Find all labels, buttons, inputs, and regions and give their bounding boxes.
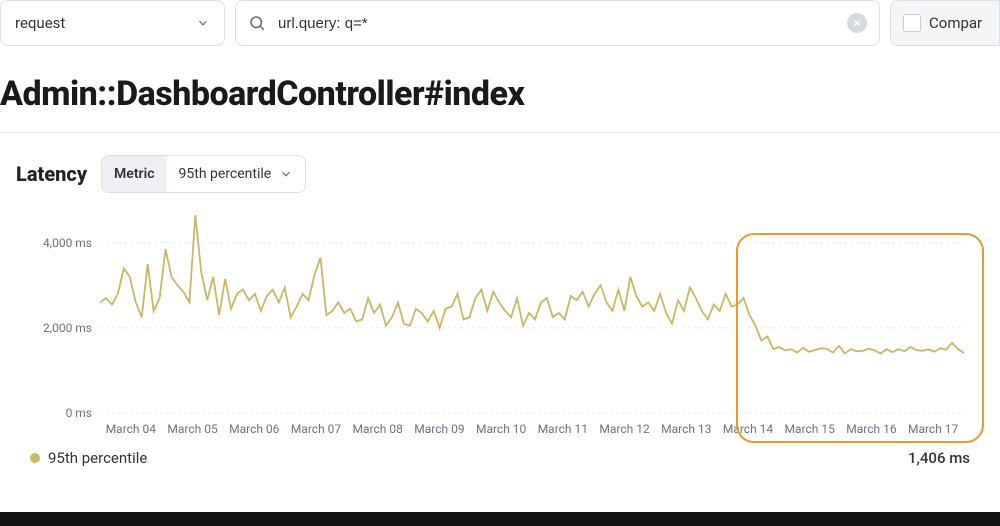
svg-text:March 06: March 06 bbox=[229, 422, 280, 436]
svg-text:2,000 ms: 2,000 ms bbox=[43, 321, 92, 335]
search-field[interactable] bbox=[235, 0, 880, 46]
legend-item: 95th percentile bbox=[30, 449, 147, 467]
section-title: Latency bbox=[16, 162, 87, 186]
request-type-select[interactable]: request bbox=[0, 0, 225, 46]
svg-text:March 13: March 13 bbox=[661, 422, 711, 436]
clear-search-button[interactable] bbox=[847, 13, 867, 33]
svg-text:March 12: March 12 bbox=[599, 422, 650, 436]
chevron-down-icon bbox=[279, 167, 293, 181]
svg-text:March 05: March 05 bbox=[167, 422, 218, 436]
svg-text:March 16: March 16 bbox=[846, 422, 897, 436]
legend-series-value: 1,406 ms bbox=[908, 449, 970, 467]
svg-text:March 15: March 15 bbox=[785, 422, 836, 436]
svg-text:0 ms: 0 ms bbox=[66, 406, 92, 420]
svg-text:March 11: March 11 bbox=[538, 422, 588, 436]
compare-checkbox[interactable] bbox=[903, 14, 921, 32]
compare-toggle[interactable]: Compar bbox=[890, 0, 1000, 46]
request-type-value: request bbox=[15, 14, 65, 32]
search-input[interactable] bbox=[276, 14, 837, 33]
legend-dot-icon bbox=[30, 453, 40, 463]
metric-selector[interactable]: Metric 95th percentile bbox=[101, 155, 306, 193]
page-title: Admin::DashboardController#index bbox=[0, 74, 1000, 114]
chevron-down-icon bbox=[196, 16, 210, 30]
svg-text:March 09: March 09 bbox=[414, 422, 464, 436]
svg-text:March 07: March 07 bbox=[291, 422, 342, 436]
legend-series-name: 95th percentile bbox=[48, 449, 147, 467]
svg-text:4,000 ms: 4,000 ms bbox=[43, 236, 92, 250]
svg-text:March 14: March 14 bbox=[723, 422, 774, 436]
metric-selector-value: 95th percentile bbox=[179, 166, 272, 182]
compare-label: Compar bbox=[929, 14, 982, 32]
latency-chart: 0 ms 2,000 ms 4,000 ms March 04 March 05 Marc… bbox=[16, 203, 984, 443]
svg-text:March 08: March 08 bbox=[353, 422, 404, 436]
svg-text:March 17: March 17 bbox=[908, 422, 959, 436]
svg-text:March 10: March 10 bbox=[476, 422, 527, 436]
footer-strip bbox=[0, 512, 1000, 526]
metric-selector-label: Metric bbox=[102, 156, 166, 192]
close-icon bbox=[852, 18, 862, 28]
svg-text:March 04: March 04 bbox=[106, 422, 157, 436]
search-icon bbox=[248, 14, 266, 32]
